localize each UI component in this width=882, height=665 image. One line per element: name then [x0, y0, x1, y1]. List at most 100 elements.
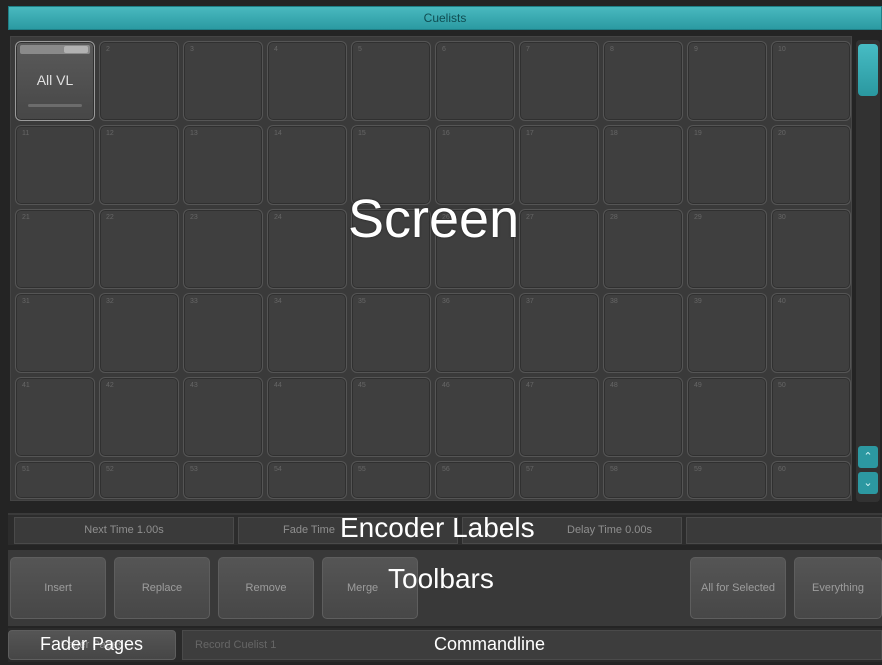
cue-cell[interactable]: 30 [771, 209, 851, 289]
cue-cell[interactable]: 48 [603, 377, 683, 457]
cue-cell[interactable]: 46 [435, 377, 515, 457]
chevron-up-icon[interactable]: ⌃ [858, 446, 878, 468]
cue-number: 43 [190, 382, 198, 389]
cue-number: 15 [358, 130, 366, 137]
cue-cell[interactable]: 29 [687, 209, 767, 289]
cue-cell[interactable]: 34 [267, 293, 347, 373]
cue-cell[interactable]: 47 [519, 377, 599, 457]
cue-number: 49 [694, 382, 702, 389]
cue-cell[interactable]: 4 [267, 41, 347, 121]
cue-cell[interactable]: 43 [183, 377, 263, 457]
replace-button[interactable]: Replace [114, 557, 210, 619]
cue-cell[interactable]: 56 [435, 461, 515, 499]
cue-cell[interactable]: 14 [267, 125, 347, 205]
cue-cell[interactable]: 6 [435, 41, 515, 121]
cue-number: 38 [610, 298, 618, 305]
cue-number: 41 [22, 382, 30, 389]
cue-cell[interactable]: 17 [519, 125, 599, 205]
cue-cell[interactable]: 45 [351, 377, 431, 457]
all-for-selected-button[interactable]: All for Selected [690, 557, 786, 619]
cue-number: 55 [358, 466, 366, 473]
cue-cell[interactable]: 31 [15, 293, 95, 373]
cue-cell[interactable]: 23 [183, 209, 263, 289]
cue-cell[interactable]: 60 [771, 461, 851, 499]
cue-cell[interactable]: 8 [603, 41, 683, 121]
cue-cell[interactable]: 10 [771, 41, 851, 121]
cue-number: 44 [274, 382, 282, 389]
cue-cell[interactable]: 11 [15, 125, 95, 205]
cue-number: 47 [526, 382, 534, 389]
cue-number: 14 [274, 130, 282, 137]
cue-number: 22 [106, 214, 114, 221]
cue-cell[interactable]: 38 [603, 293, 683, 373]
cue-cell[interactable]: 7 [519, 41, 599, 121]
everything-button[interactable]: Everything [794, 557, 882, 619]
cue-label: All VL [36, 72, 74, 88]
cue-number: 56 [442, 466, 450, 473]
cue-level-bar [28, 104, 82, 107]
cue-cell[interactable]: 51 [15, 461, 95, 499]
cue-number: 59 [694, 466, 702, 473]
cue-number: 33 [190, 298, 198, 305]
cue-number: 24 [274, 214, 282, 221]
cue-cell[interactable]: 27 [519, 209, 599, 289]
next-time-encoder[interactable]: Next Time 1.00s [14, 517, 234, 544]
cue-number: 2 [106, 46, 110, 53]
cue-cell[interactable]: 57 [519, 461, 599, 499]
cue-cell[interactable]: 41 [15, 377, 95, 457]
remove-button[interactable]: Remove [218, 557, 314, 619]
toolbars-annotation: Toolbars [388, 563, 494, 594]
cue-cell[interactable]: 24 [267, 209, 347, 289]
cue-cell[interactable]: 5 [351, 41, 431, 121]
cue-cell[interactable]: 3 [183, 41, 263, 121]
cue-number: 23 [190, 214, 198, 221]
cue-number: 53 [190, 466, 198, 473]
cue-cell[interactable]: 18 [603, 125, 683, 205]
cue-cell[interactable]: 20 [771, 125, 851, 205]
cue-cell[interactable]: 49 [687, 377, 767, 457]
cue-cell[interactable]: 58 [603, 461, 683, 499]
cue-number: 31 [22, 298, 30, 305]
cue-cell[interactable]: 37 [519, 293, 599, 373]
cue-cell[interactable]: 13 [183, 125, 263, 205]
cue-cell[interactable]: 2 [99, 41, 179, 121]
cue-number: 45 [358, 382, 366, 389]
cue-cell[interactable]: 9 [687, 41, 767, 121]
empty-encoder[interactable] [686, 517, 882, 544]
cue-number: 5 [358, 46, 362, 53]
cue-cell[interactable]: 54 [267, 461, 347, 499]
insert-button[interactable]: Insert [10, 557, 106, 619]
cue-cell[interactable]: 52 [99, 461, 179, 499]
chevron-down-icon[interactable]: ⌄ [858, 472, 878, 494]
cue-cell[interactable]: 44 [267, 377, 347, 457]
cue-cell[interactable]: 53 [183, 461, 263, 499]
cue-cell[interactable]: 42 [99, 377, 179, 457]
cue-cell[interactable]: 21 [15, 209, 95, 289]
cue-cell[interactable]: 59 [687, 461, 767, 499]
cue-number: 54 [274, 466, 282, 473]
cue-cell[interactable]: 32 [99, 293, 179, 373]
cue-number: 40 [778, 298, 786, 305]
window-title: Cuelists [8, 6, 882, 30]
cue-cell[interactable]: 33 [183, 293, 263, 373]
cue-number: 39 [694, 298, 702, 305]
screen-annotation: Screen [348, 189, 520, 249]
cue-cell[interactable]: 19 [687, 125, 767, 205]
cue-number: 17 [526, 130, 534, 137]
cue-cell[interactable]: 39 [687, 293, 767, 373]
cue-number: 29 [694, 214, 702, 221]
cue-number: 34 [274, 298, 282, 305]
cue-cell[interactable]: 35 [351, 293, 431, 373]
cue-cell[interactable]: All VL [15, 41, 95, 121]
cue-cell[interactable]: 55 [351, 461, 431, 499]
cue-number: 8 [610, 46, 614, 53]
cue-cell[interactable]: 40 [771, 293, 851, 373]
grid-scrollbar[interactable]: ⌃ ⌄ [856, 40, 880, 502]
cue-cell[interactable]: 50 [771, 377, 851, 457]
cue-cell[interactable]: 22 [99, 209, 179, 289]
cue-cell[interactable]: 36 [435, 293, 515, 373]
cue-cell[interactable]: 28 [603, 209, 683, 289]
cue-cell[interactable]: 12 [99, 125, 179, 205]
scroll-thumb[interactable] [858, 44, 878, 96]
app-root: Cuelists All VL 2 3 4 5 6 7 8 9 10 11 12 13 14 15 16 17 1… [0, 0, 882, 665]
